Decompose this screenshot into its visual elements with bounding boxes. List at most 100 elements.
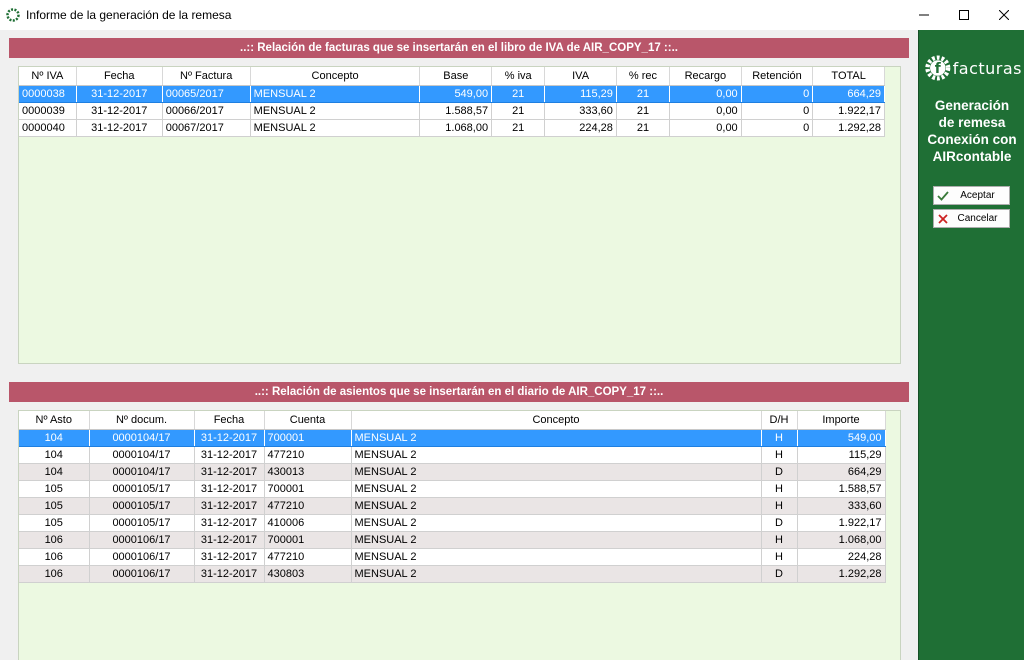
cancel-button-label: Cancelar <box>957 213 998 224</box>
cell-dh: H <box>761 446 798 464</box>
asientos-section-header: ..:: Relación de asientos que se inserta… <box>9 382 909 402</box>
cell-asto: 106 <box>19 548 90 566</box>
cell-fecha: 31-12-2017 <box>76 85 163 103</box>
gear-logo-icon: f <box>925 55 951 81</box>
cell-pct-rec: 21 <box>616 119 671 137</box>
asientos-grid[interactable]: Nº Asto Nº docum. Fecha Cuenta Concepto D/H Im… <box>18 410 901 660</box>
cell-pct-rec: 21 <box>616 85 671 103</box>
cell-pct-iva: 21 <box>491 85 546 103</box>
accept-button[interactable]: Aceptar <box>933 186 1010 205</box>
cell-base: 1.588,57 <box>419 102 493 120</box>
asientos-column-header[interactable]: Fecha <box>194 411 265 430</box>
svg-text:f: f <box>935 61 942 77</box>
cell-concepto: MENSUAL 2 <box>250 119 421 137</box>
cell-num-iva: 0000039 <box>19 102 77 120</box>
cell-docum: 0000104/17 <box>89 463 195 481</box>
minimize-icon <box>919 14 929 16</box>
maximize-button[interactable] <box>944 0 984 30</box>
facturas-column-header[interactable]: TOTAL <box>812 67 885 86</box>
asientos-column-header[interactable]: Concepto <box>351 411 762 430</box>
cell-num-factura: 00065/2017 <box>162 85 251 103</box>
cell-cuenta: 410006 <box>264 514 352 532</box>
factura-row[interactable]: 0000039 31-12-2017 00066/2017 MENSUAL 2 1.58… <box>19 102 885 120</box>
main-area: ..:: Relación de facturas que se inserta… <box>0 30 918 660</box>
close-button[interactable] <box>984 0 1024 30</box>
facturas-column-header[interactable]: Retención <box>741 67 814 86</box>
cell-base: 549,00 <box>419 85 493 103</box>
cancel-button[interactable]: Cancelar <box>933 209 1010 228</box>
cell-total: 1.292,28 <box>812 119 885 137</box>
cell-cuenta: 477210 <box>264 497 352 515</box>
cell-docum: 0000104/17 <box>89 446 195 464</box>
sidebar-title-line: AIRcontable <box>932 149 1012 164</box>
cell-dh: H <box>761 497 798 515</box>
asientos-header-row: Nº Asto Nº docum. Fecha Cuenta Concepto D/H Im… <box>19 411 886 430</box>
cell-importe: 333,60 <box>797 497 886 515</box>
facturas-column-header[interactable]: % iva <box>491 67 546 86</box>
sidebar-title-line: de remesa <box>938 115 1006 130</box>
asiento-row[interactable]: 104 0000104/17 31-12-2017 700001 MENSUAL 2H5… <box>19 429 886 447</box>
asientos-column-header[interactable]: Nº Asto <box>19 411 90 430</box>
asientos-column-header[interactable]: D/H <box>761 411 798 430</box>
cell-dh: D <box>761 514 798 532</box>
facturas-column-header[interactable]: Fecha <box>76 67 163 86</box>
asiento-row[interactable]: 106 0000106/17 31-12-2017 430803 MENSUAL 2D1… <box>19 565 886 583</box>
cell-importe: 1.922,17 <box>797 514 886 532</box>
minimize-button[interactable] <box>904 0 944 30</box>
facturas-column-header[interactable]: Recargo <box>669 67 742 86</box>
cell-docum: 0000105/17 <box>89 480 195 498</box>
facturas-column-header[interactable]: Concepto <box>250 67 421 86</box>
cell-concepto: MENSUAL 2 <box>351 548 762 566</box>
title-bar: Informe de la generación de la remesa <box>0 0 1024 30</box>
cell-importe: 664,29 <box>797 463 886 481</box>
cell-num-iva: 0000038 <box>19 85 77 103</box>
asiento-row[interactable]: 106 0000106/17 31-12-2017 700001 MENSUAL 2H1… <box>19 531 886 549</box>
facturas-column-header[interactable]: Base <box>419 67 493 86</box>
cell-concepto: MENSUAL 2 <box>351 514 762 532</box>
facturas-column-header[interactable]: Nº IVA <box>19 67 77 86</box>
factura-row[interactable]: 0000038 31-12-2017 00065/2017 MENSUAL 2 549,… <box>19 85 885 103</box>
asiento-row[interactable]: 104 0000104/17 31-12-2017 430013 MENSUAL 2D6… <box>19 463 886 481</box>
cell-concepto: MENSUAL 2 <box>351 429 762 447</box>
cell-cuenta: 477210 <box>264 446 352 464</box>
cell-cuenta: 700001 <box>264 480 352 498</box>
cell-retencion: 0 <box>741 102 814 120</box>
cell-cuenta: 700001 <box>264 429 352 447</box>
cell-num-iva: 0000040 <box>19 119 77 137</box>
cell-num-factura: 00067/2017 <box>162 119 251 137</box>
sidebar-title-line: Generación <box>934 98 1010 113</box>
cell-asto: 104 <box>19 429 90 447</box>
cell-asto: 105 <box>19 497 90 515</box>
cell-pct-rec: 21 <box>616 102 671 120</box>
accept-button-label: Aceptar <box>960 190 995 201</box>
asiento-row[interactable]: 105 0000105/17 31-12-2017 700001 MENSUAL 2H1… <box>19 480 886 498</box>
cell-fecha: 31-12-2017 <box>194 548 265 566</box>
cell-recargo: 0,00 <box>669 102 742 120</box>
cell-importe: 1.292,28 <box>797 565 886 583</box>
cell-asto: 106 <box>19 565 90 583</box>
facturas-grid[interactable]: Nº IVA Fecha Nº Factura Concepto Base% iva IV… <box>18 66 901 364</box>
asientos-table: Nº Asto Nº docum. Fecha Cuenta Concepto D/H Im… <box>19 411 886 583</box>
cell-importe: 224,28 <box>797 548 886 566</box>
cell-fecha: 31-12-2017 <box>194 514 265 532</box>
cell-fecha: 31-12-2017 <box>76 119 163 137</box>
cell-asto: 104 <box>19 446 90 464</box>
cell-pct-iva: 21 <box>491 119 546 137</box>
asiento-row[interactable]: 104 0000104/17 31-12-2017 477210 MENSUAL 2H1… <box>19 446 886 464</box>
asientos-column-header[interactable]: Cuenta <box>264 411 352 430</box>
asiento-row[interactable]: 105 0000105/17 31-12-2017 410006 MENSUAL 2D1… <box>19 514 886 532</box>
asiento-row[interactable]: 106 0000106/17 31-12-2017 477210 MENSUAL 2H2… <box>19 548 886 566</box>
cell-cuenta: 430803 <box>264 565 352 583</box>
cell-concepto: MENSUAL 2 <box>351 480 762 498</box>
asientos-column-header[interactable]: Nº docum. <box>89 411 195 430</box>
factura-row[interactable]: 0000040 31-12-2017 00067/2017 MENSUAL 2 1.06… <box>19 119 885 137</box>
cell-num-factura: 00066/2017 <box>162 102 251 120</box>
close-icon <box>999 10 1009 20</box>
asiento-row[interactable]: 105 0000105/17 31-12-2017 477210 MENSUAL 2H3… <box>19 497 886 515</box>
asientos-column-header[interactable]: Importe <box>797 411 886 430</box>
maximize-icon <box>959 10 969 20</box>
facturas-column-header[interactable]: IVA <box>544 67 617 86</box>
facturas-column-header[interactable]: Nº Factura <box>162 67 251 86</box>
cell-fecha: 31-12-2017 <box>194 446 265 464</box>
facturas-column-header[interactable]: % rec <box>616 67 671 86</box>
